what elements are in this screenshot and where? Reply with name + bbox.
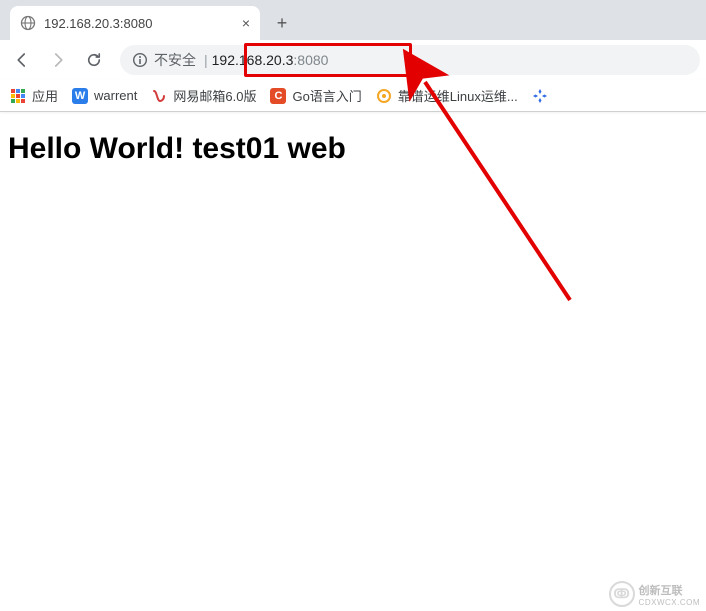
watermark-sub: CDXWCX.COM	[639, 598, 700, 607]
new-tab-button[interactable]: +	[268, 9, 296, 37]
apps-button[interactable]: 应用	[10, 86, 58, 105]
page-content: Hello World! test01 web	[0, 112, 706, 186]
bookmark-icon	[376, 88, 392, 104]
address-bar[interactable]: 不安全 | 192.168.20.3:8080	[120, 45, 700, 75]
reload-button[interactable]	[78, 44, 110, 76]
close-icon[interactable]: ×	[242, 16, 250, 30]
bookmark-item[interactable]: C Go语言入门	[270, 86, 361, 105]
bookmark-item[interactable]: 网易邮箱6.0版	[151, 86, 256, 105]
url-host: 192.168.20.3	[212, 52, 294, 68]
bookmark-icon	[151, 88, 167, 104]
tab-title: 192.168.20.3:8080	[44, 16, 152, 31]
info-icon	[132, 52, 148, 68]
toolbar: 不安全 | 192.168.20.3:8080	[0, 40, 706, 80]
bookmark-icon: C	[270, 88, 286, 104]
bookmark-label: 网易邮箱6.0版	[173, 86, 256, 105]
bookmark-icon	[532, 88, 548, 104]
forward-button[interactable]	[42, 44, 74, 76]
url-port: :8080	[293, 52, 328, 68]
separator: |	[204, 52, 208, 68]
bookmark-label: warrent	[94, 88, 137, 103]
watermark-brand: 创新互联	[639, 582, 700, 598]
insecure-label: 不安全	[154, 50, 196, 70]
page-heading: Hello World! test01 web	[8, 132, 698, 166]
watermark-logo-icon: ↂ	[609, 581, 635, 607]
bookmark-item[interactable]: 靠谱运维Linux运维...	[376, 86, 518, 105]
bookmark-icon: W	[72, 88, 88, 104]
tab-strip: 192.168.20.3:8080 × +	[0, 0, 706, 40]
globe-icon	[20, 15, 36, 31]
watermark: ↂ 创新互联 CDXWCX.COM	[609, 581, 700, 607]
browser-tab[interactable]: 192.168.20.3:8080 ×	[10, 6, 260, 40]
bookmark-label: 靠谱运维Linux运维...	[398, 86, 518, 105]
bookmark-label: Go语言入门	[292, 86, 361, 105]
apps-label: 应用	[32, 86, 58, 105]
bookmarks-bar: 应用 W warrent 网易邮箱6.0版 C Go语言入门 靠谱运维Linux…	[0, 80, 706, 112]
back-button[interactable]	[6, 44, 38, 76]
apps-icon	[10, 88, 26, 104]
bookmark-item[interactable]: W warrent	[72, 88, 137, 104]
bookmark-item[interactable]	[532, 88, 548, 104]
